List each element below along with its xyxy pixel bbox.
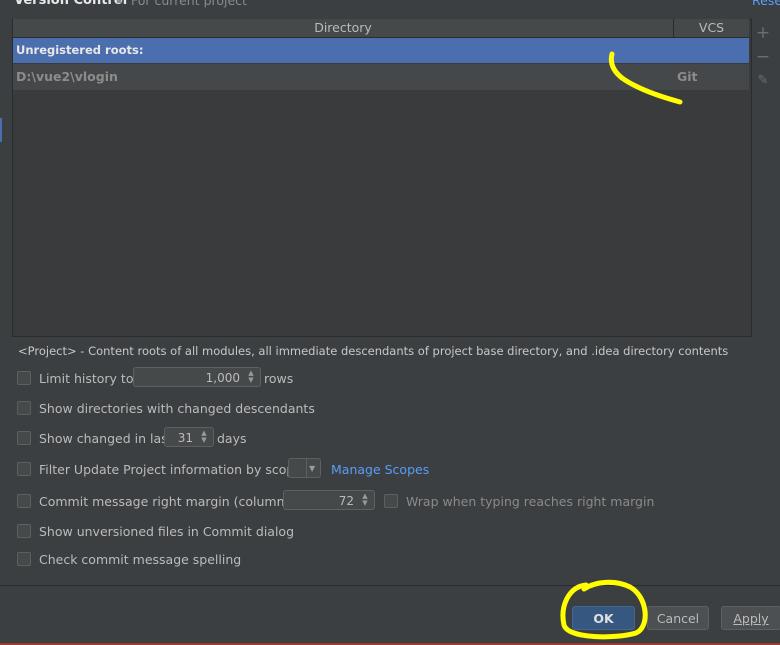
show-dirs-changed-row: Show directories with changed descendant… [17, 397, 315, 419]
directory-cell: D:\vue2\vlogin [16, 69, 118, 84]
sidebar-selection-edge [0, 118, 2, 142]
project-note: <Project> - Content roots of all modules… [18, 344, 729, 358]
spinner-icon[interactable]: ▲ ▼ [358, 493, 372, 507]
page-title: Version Control [14, 0, 128, 8]
wrap-label: Wrap when typing reaches right margin [406, 493, 655, 509]
show-changed-last-row: Show changed in last [17, 427, 173, 449]
cancel-button[interactable]: Cancel [647, 606, 709, 630]
commit-margin-label: Commit message right margin (columns): [39, 493, 301, 509]
show-unversioned-label: Show unversioned files in Commit dialog [39, 523, 295, 539]
annotation-scribble [608, 51, 683, 105]
show-unversioned-checkbox[interactable] [17, 524, 31, 538]
commit-margin-row: Commit message right margin (columns): [17, 490, 300, 512]
spinner-icon[interactable]: ▲ ▼ [197, 430, 211, 444]
limit-history-checkbox[interactable] [17, 371, 31, 385]
show-dirs-changed-label: Show directories with changed descendant… [39, 400, 315, 416]
show-changed-last-label: Show changed in last [39, 430, 173, 446]
column-header-vcs[interactable]: VCS [674, 19, 749, 38]
limit-history-suffix: rows [264, 371, 294, 386]
days-input[interactable]: 31 ▲ ▼ [164, 427, 214, 447]
limit-history-row: Limit history to: [17, 367, 138, 389]
check-spelling-checkbox[interactable] [17, 552, 31, 566]
spinner-icon[interactable]: ▲ ▼ [244, 370, 258, 384]
column-header-directory[interactable]: Directory [13, 19, 674, 38]
filter-update-label: Filter Update Project information by sco… [39, 461, 302, 477]
apply-button[interactable]: Apply [721, 606, 780, 630]
chevron-down-icon: ▼ [309, 464, 316, 473]
edit-icon[interactable]: ✎ [754, 72, 772, 90]
wrap-row: Wrap when typing reaches right margin [384, 490, 654, 512]
project-scope-icon: ▪ [116, 0, 123, 6]
reset-link[interactable]: Rese [752, 0, 780, 8]
scope-dropdown[interactable]: ▼ [288, 458, 321, 478]
annotation-circle [560, 579, 648, 640]
check-spelling-label: Check commit message spelling [39, 551, 242, 567]
show-unversioned-row: Show unversioned files in Commit dialog [17, 520, 294, 542]
show-changed-last-checkbox[interactable] [17, 431, 31, 445]
show-dirs-changed-checkbox[interactable] [17, 401, 31, 415]
limit-history-input[interactable]: 1,000 ▲ ▼ [133, 367, 261, 387]
page-subtitle: For current project [131, 0, 247, 8]
group-label: Unregistered roots: [16, 43, 144, 57]
filter-update-row: Filter Update Project information by sco… [17, 458, 302, 480]
bottom-divider [0, 585, 780, 586]
commit-margin-checkbox[interactable] [17, 494, 31, 508]
check-spelling-row: Check commit message spelling [17, 548, 241, 570]
margin-columns-input[interactable]: 72 ▲ ▼ [283, 490, 375, 510]
manage-scopes-link[interactable]: Manage Scopes [331, 462, 429, 477]
limit-history-label: Limit history to: [39, 370, 138, 386]
add-icon[interactable]: + [754, 24, 772, 42]
remove-icon[interactable]: − [754, 48, 772, 66]
days-suffix: days [217, 431, 247, 446]
filter-update-checkbox[interactable] [17, 462, 31, 476]
wrap-checkbox[interactable] [384, 494, 398, 508]
